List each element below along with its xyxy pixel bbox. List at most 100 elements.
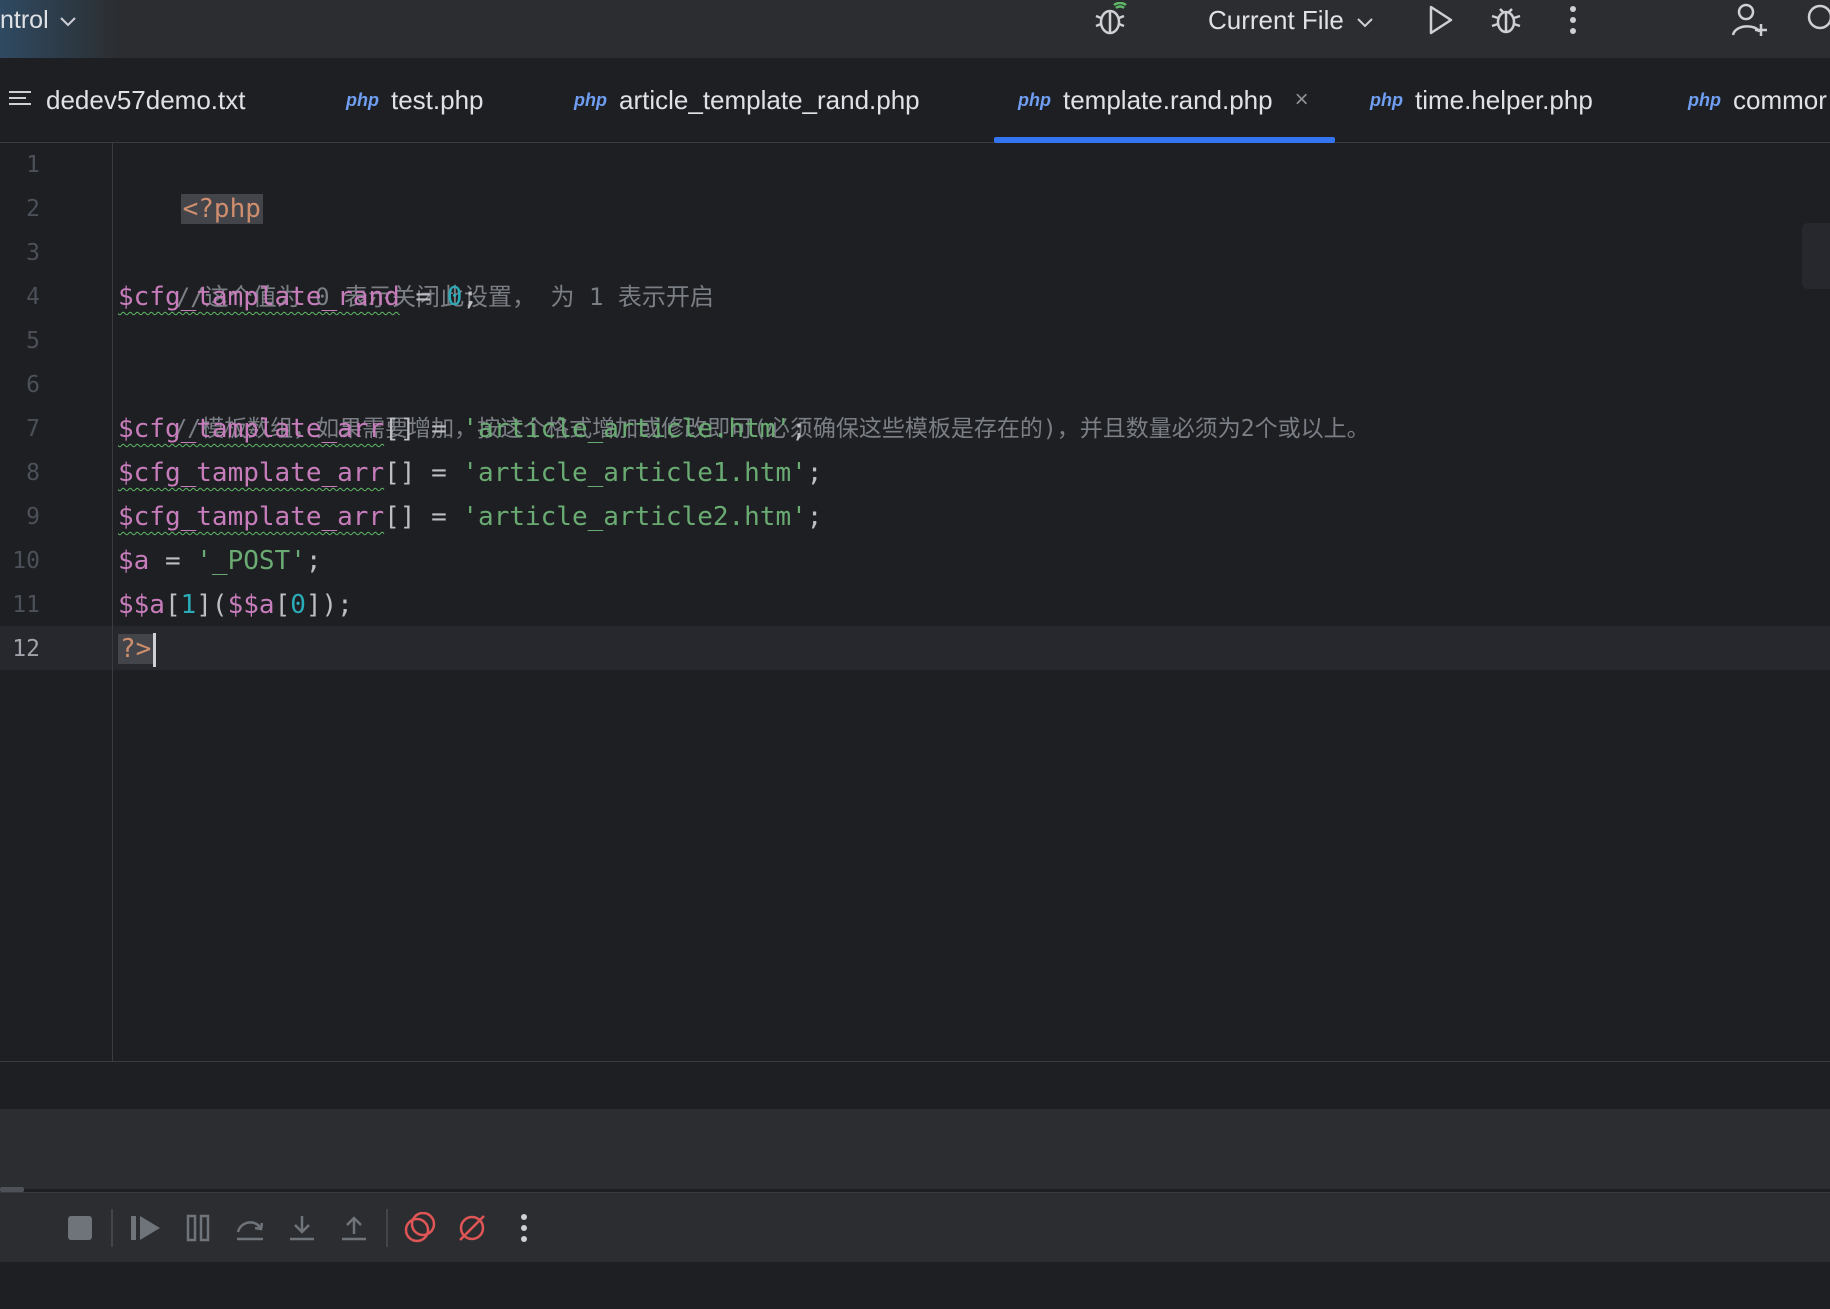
code-variable: $cfg_tamplate_arr [118, 458, 385, 488]
close-icon[interactable]: × [1295, 86, 1309, 114]
code-line-12: ?> [118, 627, 157, 671]
tab-dedev57demo-txt[interactable]: dedev57demo.txt [8, 58, 245, 142]
text-caret [153, 632, 157, 667]
code-operator: = [149, 546, 197, 576]
line-number: 11 [12, 592, 40, 618]
line-number: 7 [26, 416, 40, 442]
debug-tool-window [0, 1061, 1830, 1309]
tab-label: test.php [391, 84, 484, 115]
code-variable: $a [118, 546, 150, 576]
tab-article-template-rand-php[interactable]: php article_template_rand.php [574, 58, 920, 142]
code-punct: ; [806, 458, 823, 488]
pause-icon[interactable] [182, 1193, 214, 1263]
debug-session-tabs [0, 1109, 1830, 1189]
line-number: 9 [26, 504, 40, 530]
code-string: '_POST' [196, 546, 306, 576]
search-icon[interactable] [1804, 0, 1830, 40]
more-options-icon[interactable] [514, 1193, 534, 1263]
code-punct: ; [791, 414, 807, 444]
code-string: 'article_article2.htm' [462, 502, 807, 532]
toolbar-separator [386, 1209, 388, 1247]
code-line-6: //模板数组，如果需要增加，按这个格式增加或修改即可(必须确保这些模板是存在的)… [118, 363, 1369, 442]
run-icon[interactable] [1420, 0, 1460, 40]
tab-label: dedev57demo.txt [46, 84, 246, 115]
code-punct: ]( [196, 590, 228, 620]
code-editor[interactable]: 1 2 3 4 5 6 7 8 9 10 11 12 <?php //这个值为 … [0, 143, 1830, 1061]
line-number: 3 [26, 240, 40, 266]
php-file-icon: php [1688, 89, 1721, 110]
php-file-icon: php [346, 89, 379, 110]
toolbar-separator [111, 1209, 113, 1247]
tab-time-helper-php[interactable]: php time.helper.php [1370, 58, 1593, 142]
tab-template-rand-php[interactable]: php template.rand.php × [994, 58, 1335, 143]
code-number: 0 [446, 282, 463, 312]
inspection-widget[interactable] [1802, 223, 1830, 289]
step-over-icon[interactable] [234, 1193, 266, 1263]
title-bar: ntrol Current File [0, 0, 1830, 58]
tab-common-truncated[interactable]: php commor [1688, 58, 1827, 142]
chevron-down-icon [59, 6, 77, 35]
code-line-4: $cfg_tamplate_rand = 0; [118, 275, 478, 319]
line-number: 1 [26, 152, 40, 178]
code-number: 1 [180, 590, 197, 620]
more-actions-icon[interactable] [1560, 0, 1586, 40]
line-number: 8 [26, 460, 40, 486]
tab-test-php[interactable]: php test.php [346, 58, 484, 142]
code-string: 'article_article1.htm' [462, 458, 807, 488]
mute-breakpoints-icon[interactable] [454, 1193, 490, 1263]
debug-listen-icon[interactable] [1090, 0, 1134, 40]
php-open-tag: <?php [180, 194, 263, 224]
code-string: 'article_article.htm' [462, 414, 792, 444]
code-line-11: $$a[1]($$a[0]); [118, 583, 353, 627]
code-variable: $cfg_tamplate_arr [118, 414, 385, 444]
stop-icon[interactable] [64, 1193, 96, 1263]
line-number-current: 12 [12, 636, 40, 662]
code-line-8: $cfg_tamplate_arr[] = 'article_article1.… [118, 451, 822, 495]
step-out-icon[interactable] [338, 1193, 370, 1263]
php-file-icon: php [1018, 89, 1051, 110]
code-punct: [ [274, 590, 291, 620]
resume-icon[interactable] [128, 1193, 164, 1263]
chevron-down-icon [1356, 5, 1374, 36]
panel-spacer [0, 1061, 1830, 1110]
line-number: 2 [26, 196, 40, 222]
php-close-tag: ?> [118, 634, 154, 664]
code-operator: [] = [384, 502, 463, 532]
add-user-icon[interactable] [1728, 0, 1772, 40]
line-number: 5 [26, 328, 40, 354]
tab-label: article_template_rand.php [619, 84, 920, 115]
project-widget[interactable]: ntrol [0, 0, 120, 58]
code-punct: [ [164, 590, 181, 620]
line-number-gutter[interactable]: 1 2 3 4 5 6 7 8 9 10 11 12 [0, 143, 113, 1061]
code-line-1: <?php [118, 143, 263, 224]
code-line-10: $a = '_POST'; [118, 539, 322, 583]
step-into-icon[interactable] [286, 1193, 318, 1263]
code-line-9: $cfg_tamplate_arr[] = 'article_article2.… [118, 495, 822, 539]
code-line-7: $cfg_tamplate_arr[] = 'article_article.h… [118, 407, 807, 451]
tab-label: time.helper.php [1415, 84, 1593, 115]
code-punct: ; [305, 546, 322, 576]
code-variable: $cfg_tamplate_rand [118, 282, 400, 312]
project-label: ntrol [0, 5, 49, 34]
code-punct: ; [806, 502, 823, 532]
line-number: 4 [26, 284, 40, 310]
code-variable: $$a [227, 590, 275, 620]
code-line-3: //这个值为 0 表示关闭此设置， 为 1 表示开启 [118, 231, 714, 311]
editor-tab-bar: dedev57demo.txt php test.php php article… [0, 58, 1830, 143]
code-number: 0 [290, 590, 306, 620]
code-operator: [] = [384, 458, 463, 488]
line-number: 10 [12, 548, 40, 574]
debug-content-area [0, 1262, 1830, 1309]
tab-label: commor [1733, 84, 1827, 115]
code-variable: $$a [118, 590, 165, 620]
code-variable: $cfg_tamplate_arr [118, 502, 385, 532]
debug-icon[interactable] [1486, 0, 1526, 40]
run-configuration-selector[interactable]: Current File [1208, 0, 1374, 40]
tab-label: template.rand.php [1063, 84, 1273, 115]
code-operator: = [399, 282, 447, 312]
code-punct: ]); [305, 590, 353, 620]
code-punct: ; [462, 282, 479, 312]
php-file-icon: php [1370, 89, 1403, 110]
current-line-highlight [0, 626, 1830, 670]
view-breakpoints-icon[interactable] [402, 1193, 438, 1263]
